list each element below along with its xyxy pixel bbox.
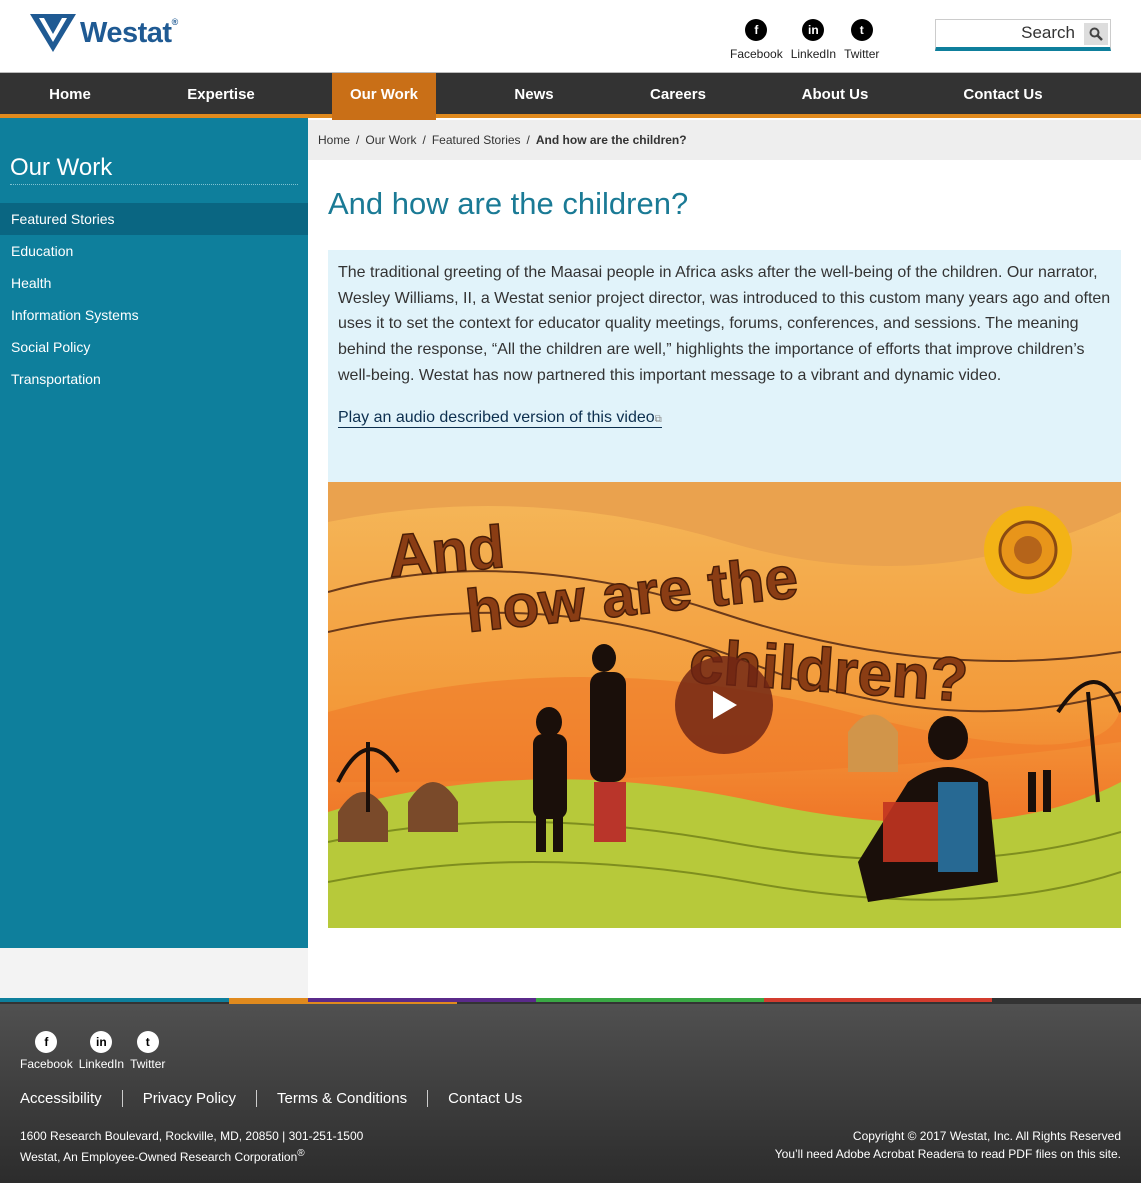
play-button[interactable]: [675, 656, 773, 754]
breadcrumb-our-work[interactable]: Our Work: [365, 133, 416, 147]
nav-home[interactable]: Home: [20, 73, 120, 118]
westat-logo-mark-icon: [30, 14, 76, 52]
acrobat-note: You’ll need Adobe Acrobat Reader⧉ to rea…: [774, 1147, 1121, 1161]
linkedin-label: LinkedIn: [78, 1057, 125, 1071]
header-linkedin-link[interactable]: in LinkedIn: [791, 19, 836, 61]
footer-address: 1600 Research Boulevard, Rockville, MD, …: [20, 1127, 363, 1166]
breadcrumb-current: And how are the children?: [535, 133, 687, 147]
sidebar-item-education[interactable]: Education: [0, 235, 308, 267]
breadcrumb-featured-stories[interactable]: Featured Stories: [432, 133, 521, 147]
header-social-links: f Facebook in LinkedIn t Twitter: [730, 19, 879, 61]
nav-contact-us[interactable]: Contact Us: [950, 73, 1056, 118]
twitter-label: Twitter: [844, 47, 880, 61]
nav-about-us[interactable]: About Us: [785, 73, 885, 118]
footer-linkedin-link[interactable]: in LinkedIn: [79, 1031, 124, 1071]
nav-news[interactable]: News: [494, 73, 574, 118]
nav-expertise[interactable]: Expertise: [170, 73, 272, 118]
facebook-icon: f: [35, 1031, 58, 1053]
header-facebook-link[interactable]: f Facebook: [730, 19, 783, 61]
facebook-label: Facebook: [730, 47, 783, 61]
linkedin-label: LinkedIn: [790, 47, 837, 61]
facebook-icon: f: [745, 19, 768, 41]
sidebar-spacer: [0, 948, 308, 998]
sidebar-item-health[interactable]: Health: [0, 267, 308, 299]
site-header: Westat® f Facebook in LinkedIn t Twitter: [0, 0, 1141, 70]
video-player[interactable]: And how are the children?: [328, 482, 1121, 928]
nav-our-work[interactable]: Our Work: [332, 73, 436, 123]
sidebar-divider: [10, 184, 298, 185]
footer-link-contact-us[interactable]: Contact Us: [427, 1090, 542, 1107]
header-twitter-link[interactable]: t Twitter: [844, 19, 879, 61]
footer-facebook-link[interactable]: f Facebook: [20, 1031, 73, 1071]
footer-copyright: Copyright © 2017 Westat, Inc. All Rights…: [775, 1127, 1121, 1165]
acrobat-reader-link[interactable]: You’ll need Adobe Acrobat Reader: [775, 1147, 957, 1161]
intro-text: The traditional greeting of the Maasai p…: [338, 264, 1111, 384]
audio-described-video-link[interactable]: Play an audio described version of this …: [338, 409, 662, 428]
facebook-label: Facebook: [20, 1057, 73, 1071]
sun-icon: [984, 506, 1072, 594]
sidebar-item-featured-stories[interactable]: Featured Stories: [0, 203, 308, 235]
sidebar-item-transportation[interactable]: Transportation: [0, 363, 308, 395]
corporation-line: Westat, An Employee-Owned Research Corpo…: [20, 1148, 305, 1164]
footer-link-accessibility[interactable]: Accessibility: [20, 1090, 122, 1107]
sidebar-title: Our Work: [10, 154, 113, 181]
footer-twitter-link[interactable]: t Twitter: [130, 1031, 165, 1071]
sidebar-item-social-policy[interactable]: Social Policy: [0, 331, 308, 363]
page-title: And how are the children?: [328, 186, 689, 221]
footer-links: Accessibility Privacy Policy Terms & Con…: [20, 1090, 542, 1107]
breadcrumb-separator: /: [422, 133, 426, 147]
breadcrumb-separator: /: [356, 133, 360, 147]
search-button[interactable]: [1084, 23, 1108, 45]
logo-wordmark: Westat®: [80, 16, 178, 49]
address-line: 1600 Research Boulevard, Rockville, MD, …: [20, 1129, 364, 1143]
footer-social-links: f Facebook in LinkedIn t Twitter: [20, 1031, 165, 1071]
footer-link-privacy-policy[interactable]: Privacy Policy: [121, 1090, 256, 1107]
search-icon: [1089, 27, 1103, 41]
breadcrumb-separator: /: [526, 133, 530, 147]
site-footer: f Facebook in LinkedIn t Twitter Accessi…: [0, 1004, 1141, 1183]
twitter-icon: t: [136, 1031, 159, 1053]
search-input[interactable]: [936, 20, 1081, 46]
intro-box: The traditional greeting of the Maasai p…: [328, 250, 1121, 482]
westat-logo[interactable]: Westat®: [30, 12, 178, 54]
linkedin-icon: in: [802, 19, 825, 41]
breadcrumb-home[interactable]: Home: [318, 133, 350, 147]
external-link-icon: ⧉: [654, 413, 662, 425]
linkedin-icon: in: [90, 1031, 113, 1053]
twitter-icon: t: [850, 19, 873, 41]
nav-careers[interactable]: Careers: [628, 73, 728, 118]
sidebar-item-information-systems[interactable]: Information Systems: [0, 299, 308, 331]
play-icon: [713, 691, 737, 719]
copyright-text: Copyright © 2017 Westat, Inc. All Rights…: [852, 1129, 1121, 1143]
main-nav: Home Expertise Our Work News Careers Abo…: [0, 72, 1141, 123]
twitter-label: Twitter: [130, 1057, 166, 1071]
search-box: [935, 19, 1111, 51]
footer-link-terms[interactable]: Terms & Conditions: [256, 1090, 427, 1107]
sidebar: Our Work Featured Stories Education Heal…: [0, 118, 308, 948]
breadcrumb: Home / Our Work / Featured Stories / And how a…: [308, 120, 1141, 160]
